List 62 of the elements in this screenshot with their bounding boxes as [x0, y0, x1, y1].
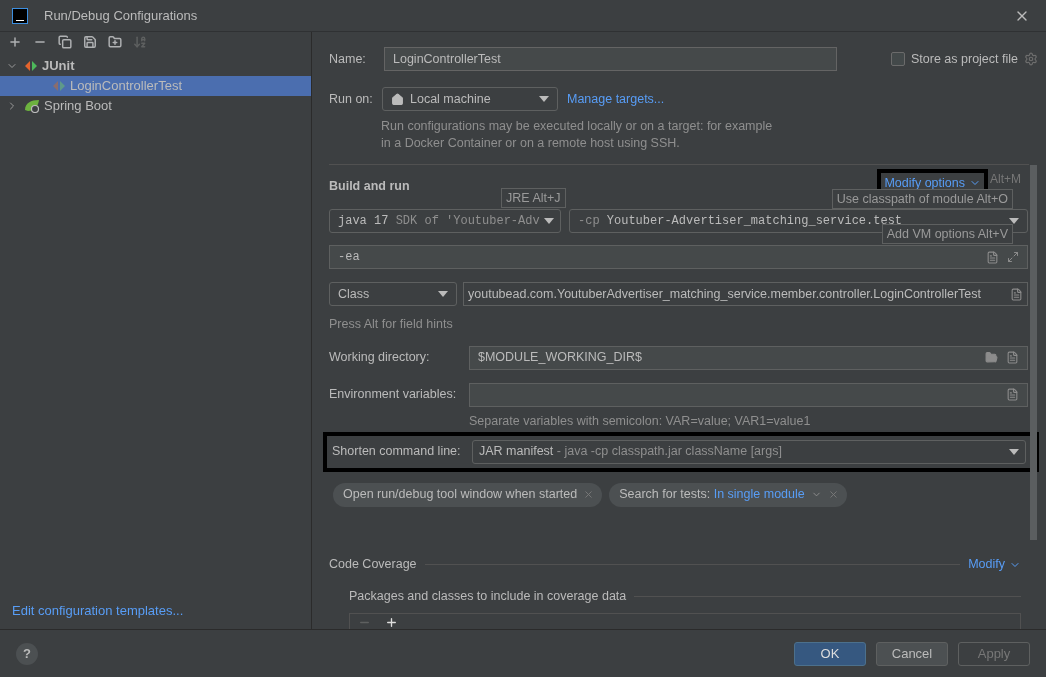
test-kind-dropdown[interactable]: Class: [329, 282, 457, 306]
add-icon[interactable]: [8, 35, 22, 49]
vm-options-field[interactable]: -ea: [329, 245, 1028, 269]
tree-item[interactable]: JUnit: [0, 56, 311, 76]
tree-item[interactable]: LoginControllerTest: [0, 76, 311, 96]
dropdown-caret-icon: [539, 96, 549, 102]
option-chip[interactable]: Search for tests: In single module: [609, 482, 847, 507]
run-on-dropdown[interactable]: Local machine: [382, 87, 558, 111]
dropdown-caret-icon: [438, 291, 448, 297]
app-logo-icon: [12, 7, 28, 24]
dropdown-caret-icon: [1009, 448, 1019, 455]
name-field[interactable]: LoginControllerTest: [384, 47, 837, 71]
shortcut-tooltip: Use classpath of module Alt+O: [831, 189, 1013, 209]
name-label: Name:: [329, 50, 367, 68]
expand-icon[interactable]: [1007, 251, 1019, 263]
checkbox[interactable]: [891, 52, 905, 66]
dialog-button[interactable]: Cancel: [876, 641, 948, 666]
save-icon[interactable]: [83, 35, 97, 49]
shortcut-tooltip: Add VM options Alt+V: [881, 224, 1013, 244]
junit-icon: [24, 60, 38, 72]
copy-icon[interactable]: [58, 35, 72, 49]
folder-icon[interactable]: [985, 351, 998, 365]
expand-text-icon[interactable]: [986, 250, 999, 264]
manage-targets-link[interactable]: Manage targets...: [567, 89, 665, 109]
expand-text-icon[interactable]: [1006, 388, 1019, 402]
field-hints-note: Press Alt for field hints: [329, 316, 453, 333]
window-title: Run/Debug Configurations: [44, 6, 198, 25]
spring-leaf-icon: [24, 99, 40, 113]
dropdown-caret-icon: [543, 218, 554, 224]
add-icon[interactable]: [385, 615, 398, 629]
help-button[interactable]: ?: [16, 642, 38, 665]
remove-icon[interactable]: [583, 489, 595, 500]
settings-icon[interactable]: [1024, 52, 1038, 66]
junit-icon: [52, 80, 66, 92]
shorten-command-line-label: Shorten command line:: [332, 443, 462, 461]
shortcut-tooltip: JRE Alt+J: [501, 188, 566, 208]
dialog-button[interactable]: OK: [794, 641, 866, 666]
dropdown-caret-icon: [1009, 218, 1019, 224]
class-field[interactable]: youtubead.com.YoutuberAdvertiser_matching_service.member.controller.LoginControllerTest: [463, 282, 1028, 306]
expand-text-icon[interactable]: [1006, 351, 1019, 365]
section-title: Build and run: [329, 177, 410, 195]
run-on-label: Run on:: [329, 90, 374, 108]
modify-link[interactable]: Modify: [968, 555, 1021, 574]
expand-text-icon[interactable]: [1010, 287, 1023, 301]
coverage-packages-label: Packages and classes to include in coverage data: [349, 588, 627, 606]
environment-variables-field[interactable]: [469, 382, 1028, 407]
edit-templates-link[interactable]: Edit configuration templates...: [12, 601, 184, 621]
environment-variables-label: Environment variables:: [329, 386, 458, 404]
run-on-description: Run configurations may be executed locally or on a target: for example in a Docker Container or on a remote host using SSH.: [381, 118, 774, 152]
shortcut-hint: Alt+M: [990, 172, 1021, 186]
tree-item[interactable]: Spring Boot: [0, 96, 311, 116]
shorten-command-line-dropdown[interactable]: JAR manifest - java -cp classpath.jar className [args]: [472, 439, 1026, 464]
environment-variables-note: Separate variables with semicolon: VAR=value; VAR1=value1: [469, 412, 811, 430]
working-directory-field[interactable]: $MODULE_WORKING_DIR$: [469, 345, 1028, 370]
working-directory-label: Working directory:: [329, 349, 431, 367]
remove-icon[interactable]: [827, 489, 839, 500]
home-icon: [391, 92, 404, 106]
folder-plus-icon[interactable]: [108, 35, 122, 49]
option-chip[interactable]: Open run/debug tool window when started: [333, 482, 603, 507]
section-title: Code Coverage: [329, 556, 417, 574]
store-checkbox-label[interactable]: Store as project file: [911, 49, 1018, 69]
jre-dropdown[interactable]: java 17 SDK of 'Youtuber-Adv: [329, 209, 561, 233]
